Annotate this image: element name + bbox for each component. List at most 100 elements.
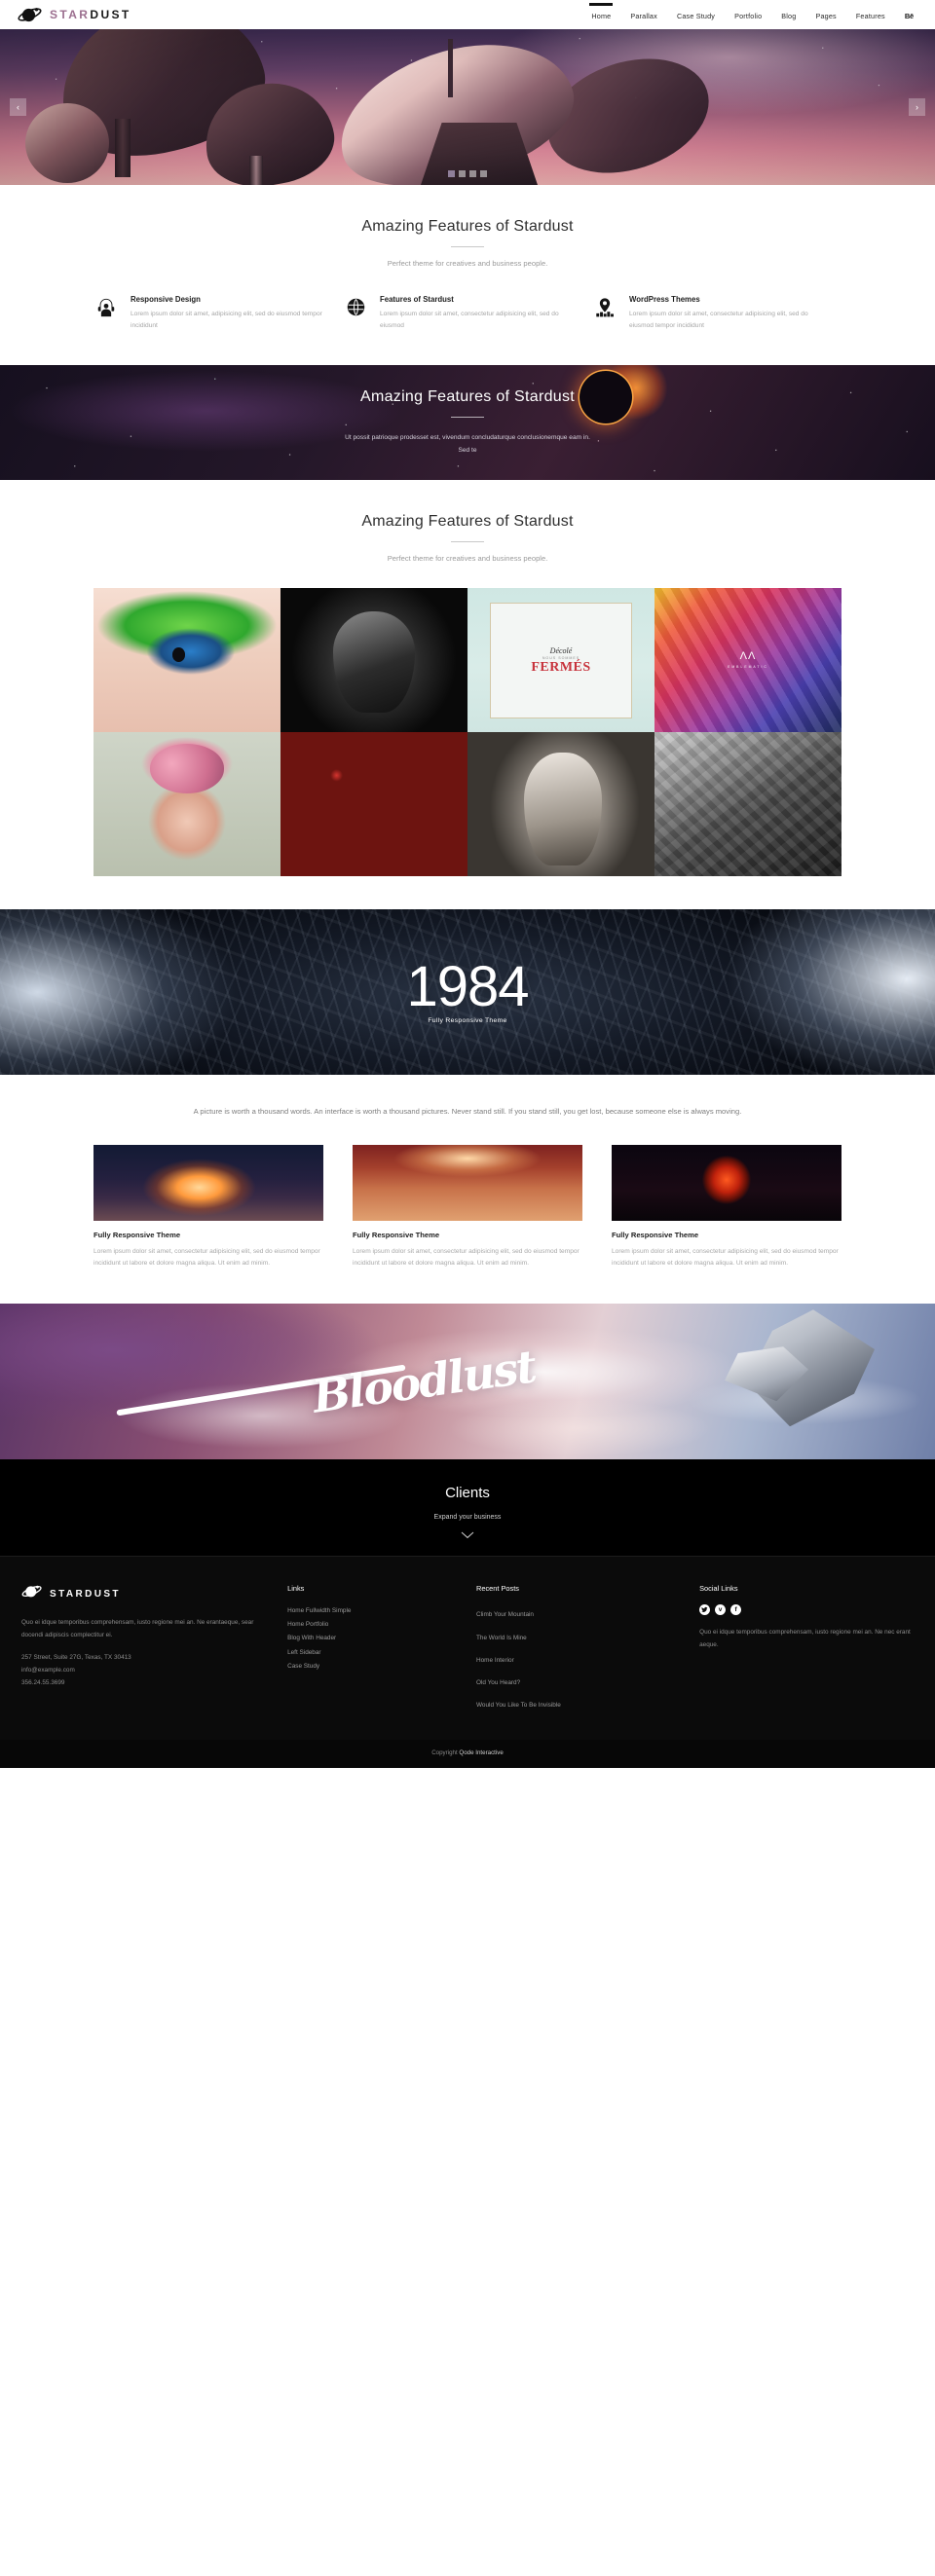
globe-icon — [343, 295, 368, 332]
nav-item-blog[interactable]: Blog — [781, 3, 796, 27]
quote-text: A picture is worth a thousand words. An … — [193, 1107, 742, 1117]
portfolio-tile-black-body-paint-portrait[interactable] — [280, 588, 468, 733]
portfolio-tile-gemstones-red-bowls[interactable] — [280, 732, 468, 877]
parallax-title: Amazing Features of Stardust — [359, 388, 576, 406]
portfolio-tile-floral-crown-portrait[interactable] — [94, 732, 280, 877]
post-title[interactable]: Fully Responsive Theme — [612, 1231, 842, 1239]
map-pin-icon — [592, 295, 617, 332]
post-card[interactable]: Fully Responsive Theme Lorem ipsum dolor… — [353, 1144, 582, 1271]
footer-recent-posts-heading: Recent Posts — [476, 1584, 519, 1594]
post-excerpt: Lorem ipsum dolor sit amet, consectetur … — [353, 1247, 580, 1268]
brand-logo[interactable]: STARDUST — [18, 6, 131, 23]
portfolio-section: Amazing Features of Stardust Perfect the… — [0, 480, 935, 909]
slider-next-arrow[interactable]: › — [909, 98, 925, 116]
footer-brand[interactable]: STARDUST — [21, 1584, 270, 1603]
post-card[interactable]: Fully Responsive Theme Lorem ipsum dolor… — [612, 1144, 842, 1271]
portfolio-tile-emblematic-geometric[interactable]: ΛΛ EMBLEMATIC — [654, 588, 842, 733]
planet-icon — [18, 6, 43, 23]
clients-section: Clients Expand your business — [0, 1459, 935, 1557]
portfolio-tile-fermes-poster[interactable]: Décolé NOUS SOMMES FERMÉS — [468, 588, 654, 733]
slider-dot-4[interactable] — [480, 170, 487, 177]
feature-body: WordPress Themes Lorem ipsum dolor sit a… — [629, 295, 826, 332]
year-heading: 1984 — [406, 955, 529, 1019]
post-excerpt: Lorem ipsum dolor sit amet, consectetur … — [94, 1247, 320, 1268]
feature-title: Responsive Design — [131, 295, 201, 304]
vimeo-icon[interactable]: v — [715, 1604, 727, 1616]
portfolio-subtitle: Perfect theme for creatives and business… — [387, 554, 548, 564]
post-thumbnail-burning-planet[interactable] — [612, 1144, 842, 1221]
feature-title: Features of Stardust — [380, 295, 454, 304]
footer-link-home-fullwidth-simple[interactable]: Home Fullwidth Simple — [287, 1604, 459, 1618]
slider-dot-2[interactable] — [459, 170, 466, 177]
emblem-glyph: ΛΛ — [739, 650, 757, 663]
nav-item-parallax[interactable]: Parallax — [630, 3, 657, 27]
nav-item-pages[interactable]: Pages — [815, 3, 836, 27]
features-list: Responsive Design Lorem ipsum dolor sit … — [0, 295, 935, 332]
footer-link-home-portfolio[interactable]: Home Portfolio — [287, 1618, 459, 1632]
copyright-bar: Copyright Qode Interactive — [0, 1739, 935, 1768]
nav-item-portfolio[interactable]: Portfolio — [734, 3, 762, 27]
post-title[interactable]: Fully Responsive Theme — [94, 1231, 323, 1239]
brand-name-star: STAR — [50, 8, 91, 21]
site-header: STARDUST Home Parallax Case Study Portfo… — [0, 0, 935, 29]
nav-item-home[interactable]: Home — [591, 3, 611, 27]
portfolio-title: Amazing Features of Stardust — [361, 513, 574, 531]
footer-social-column: Social Links v f Quo ei idque temporibus… — [699, 1584, 914, 1717]
slider-dot-1[interactable] — [448, 170, 455, 177]
footer-link-case-study[interactable]: Case Study — [287, 1660, 459, 1674]
nav-item-features[interactable]: Features — [856, 3, 885, 27]
poster-line-3: FERMÉS — [531, 659, 591, 675]
hero-vignette — [0, 29, 935, 185]
features-title: Amazing Features of Stardust — [361, 218, 574, 235]
feature-features-of-stardust: Features of Stardust Lorem ipsum dolor s… — [343, 295, 592, 332]
footer-phone: 356.24.55.3699 — [21, 1678, 65, 1686]
footer-social-text: Quo ei idque temporibus comprehensam, iu… — [699, 1629, 911, 1649]
footer-recent-post-climb-your-mountain[interactable]: Climb Your Mountain — [476, 1604, 682, 1627]
copyright-brand[interactable]: Qode Interactive — [459, 1749, 503, 1756]
footer-email[interactable]: info@example.com — [21, 1665, 270, 1677]
slider-dot-3[interactable] — [469, 170, 476, 177]
post-excerpt: Lorem ipsum dolor sit amet, consectetur … — [612, 1247, 839, 1268]
feature-body: Features of Stardust Lorem ipsum dolor s… — [380, 295, 577, 332]
twitter-icon[interactable] — [699, 1604, 711, 1616]
parallax-text: Ut possit patrioque prodesset est, viven… — [345, 434, 590, 455]
footer-link-left-sidebar[interactable]: Left Sidebar — [287, 1646, 459, 1660]
footer-about-column: STARDUST Quo ei idque temporibus compreh… — [21, 1584, 270, 1717]
footer-recent-post-old-you-heard[interactable]: Old You Heard? — [476, 1673, 682, 1695]
post-thumbnail-astronaut[interactable] — [353, 1144, 582, 1221]
portfolio-grid: Décolé NOUS SOMMES FERMÉS ΛΛ EMBLEMATIC — [94, 588, 842, 877]
post-title[interactable]: Fully Responsive Theme — [353, 1231, 582, 1239]
emblem-graphic: ΛΛ EMBLEMATIC — [654, 588, 842, 732]
city-parallax-section: 1984 Fully Responsive Theme — [0, 909, 935, 1076]
poster-line-1: Décolé — [549, 645, 573, 655]
feature-text: Lorem ipsum dolor sit amet, consectetur … — [629, 311, 808, 330]
feature-wordpress-themes: WordPress Themes Lorem ipsum dolor sit a… — [592, 295, 842, 332]
feature-responsive-design: Responsive Design Lorem ipsum dolor sit … — [94, 295, 343, 332]
behance-icon[interactable]: Bē — [905, 3, 914, 27]
slider-prev-arrow[interactable]: ‹ — [10, 98, 26, 116]
footer-link-blog-with-header[interactable]: Blog With Header — [287, 1632, 459, 1645]
emblem-caption: EMBLEMATIC — [728, 665, 768, 670]
footer-about-text: Quo ei idque temporibus comprehensam, iu… — [21, 1619, 254, 1639]
footer-recent-post-home-interior[interactable]: Home Interior — [476, 1650, 682, 1673]
portfolio-tile-monochrome-woman-portrait[interactable] — [468, 732, 654, 877]
portfolio-tile-green-eye-makeup[interactable] — [94, 588, 280, 733]
footer-recent-post-would-you-like-to-be-invisible[interactable]: Would You Like To Be Invisible — [476, 1695, 682, 1717]
post-card[interactable]: Fully Responsive Theme Lorem ipsum dolor… — [94, 1144, 323, 1271]
feature-title: WordPress Themes — [629, 295, 700, 304]
brand-name-dust: DUST — [90, 8, 131, 21]
feature-body: Responsive Design Lorem ipsum dolor sit … — [131, 295, 327, 332]
bloodlust-banner-section[interactable]: Bloodlust — [0, 1304, 935, 1460]
slider-dots — [448, 170, 487, 177]
parallax-divider — [451, 417, 484, 419]
site-footer: STARDUST Quo ei idque temporibus compreh… — [0, 1556, 935, 1740]
footer-recent-post-the-world-is-mine[interactable]: The World Is Mine — [476, 1628, 682, 1650]
year-subtitle: Fully Responsive Theme — [428, 1017, 507, 1025]
chevron-down-icon[interactable] — [461, 1527, 474, 1539]
portfolio-tile-low-poly-deer[interactable] — [654, 732, 842, 877]
clients-subtitle: Expand your business — [433, 1514, 502, 1522]
nav-item-case-study[interactable]: Case Study — [677, 3, 715, 27]
facebook-icon[interactable]: f — [730, 1604, 742, 1616]
features-subtitle: Perfect theme for creatives and business… — [387, 259, 548, 268]
post-thumbnail-rocket-launch[interactable] — [94, 1144, 323, 1221]
